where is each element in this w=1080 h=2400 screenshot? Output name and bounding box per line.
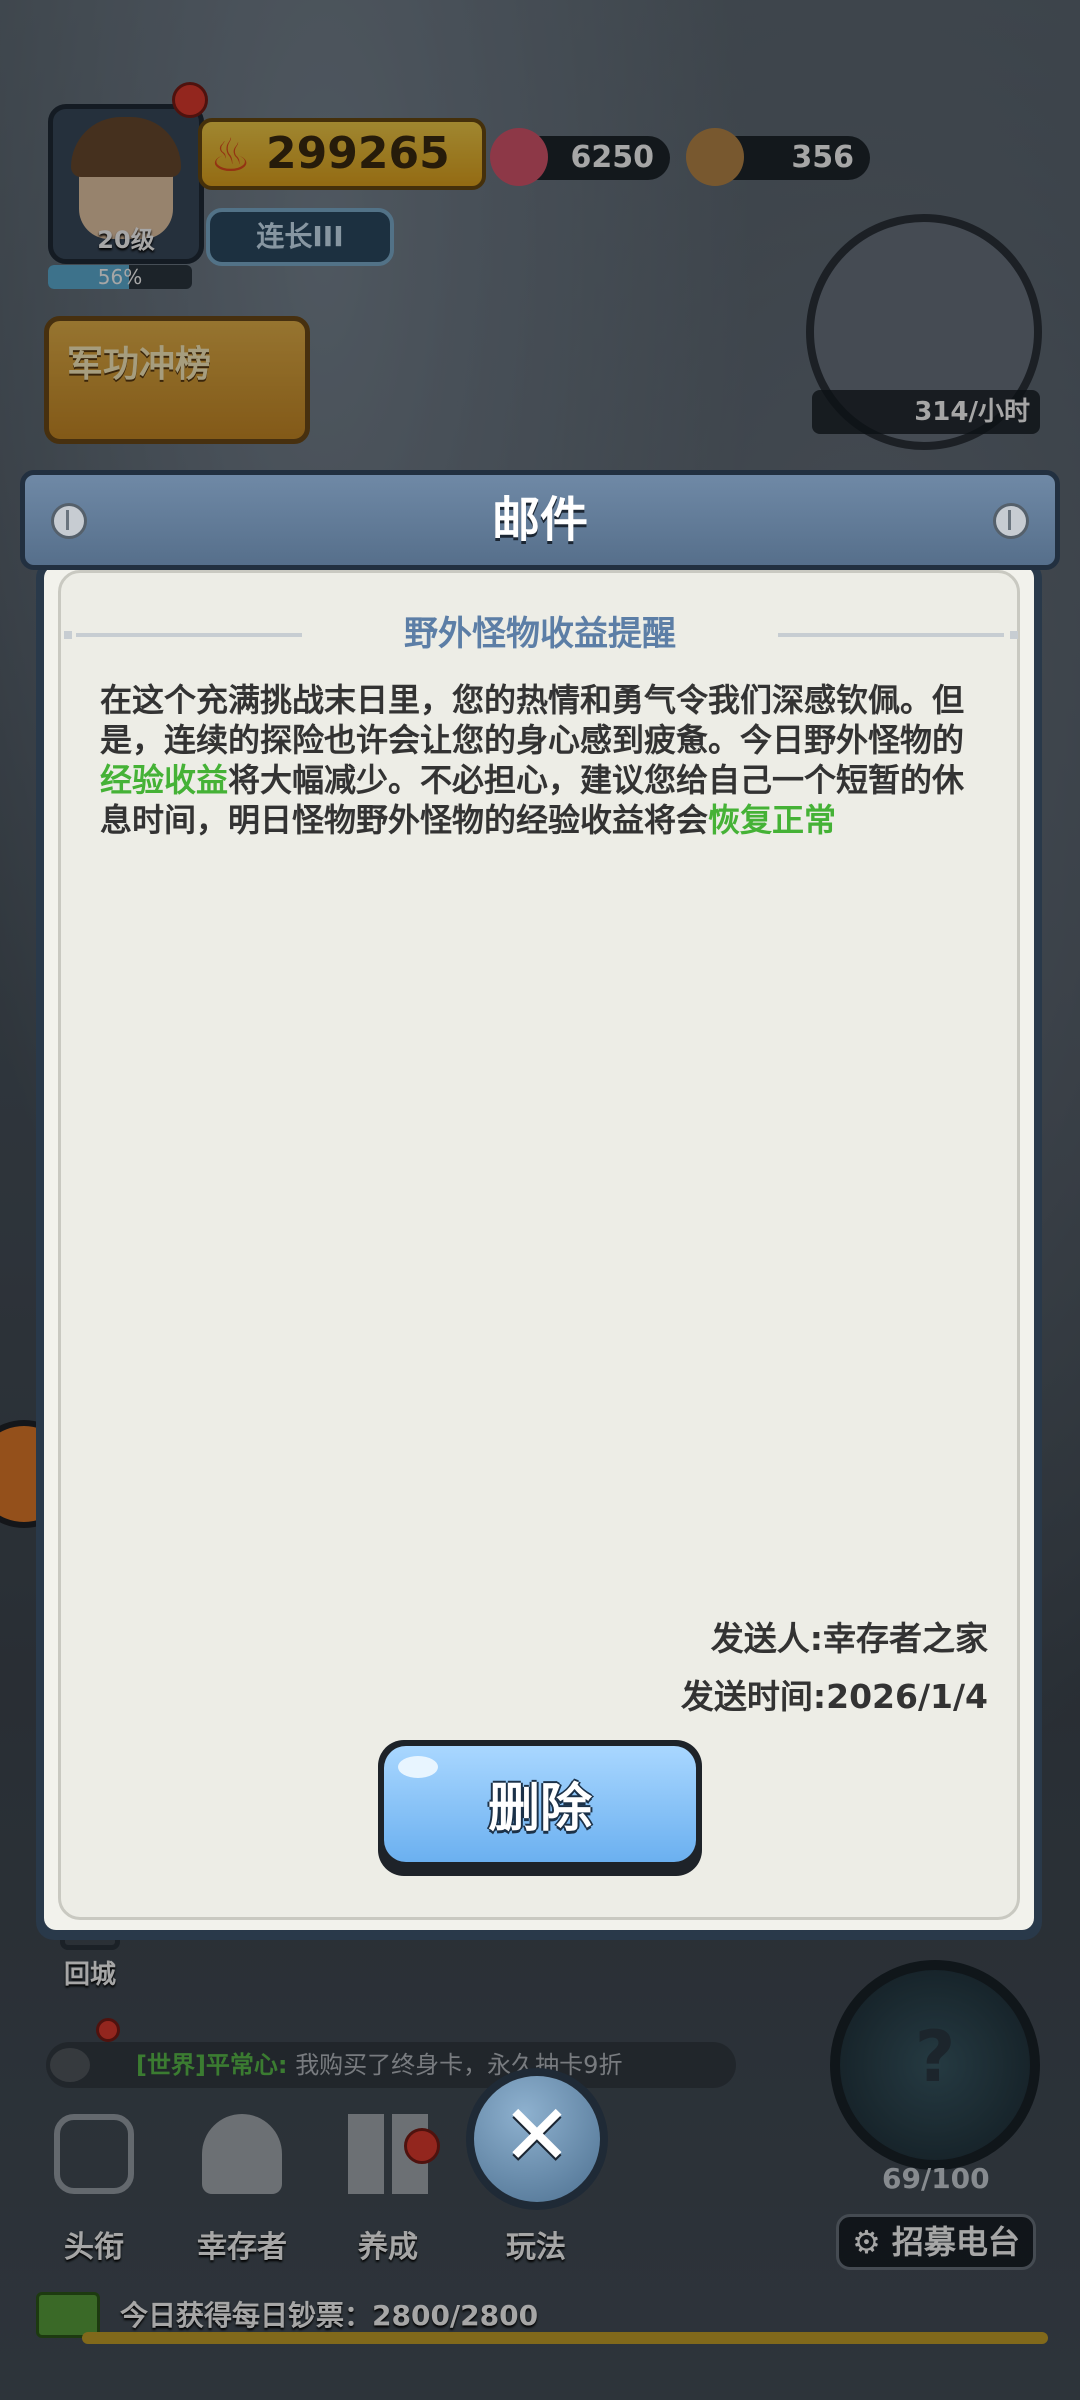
highlight-exp-income: 经验收益 [100, 761, 229, 799]
delete-button-label: 删除 [487, 1779, 592, 1839]
close-button[interactable]: ✕ [466, 2068, 608, 2210]
dialog-title: 邮件 [491, 492, 588, 548]
divider-dot [1010, 631, 1018, 639]
mail-sender: 发送人:幸存者之家 [710, 1619, 988, 1658]
dialog-title-bar: 邮件 [20, 470, 1060, 570]
delete-button[interactable]: 删除 [378, 1740, 702, 1876]
close-icon: ✕ [501, 2086, 573, 2184]
divider-right [778, 633, 1004, 637]
mail-body: 在这个充满挑战末日里，您的热情和勇气令我们深感钦佩。但是，连续的探险也许会让您的… [100, 680, 980, 840]
mail-send-time: 发送时间:2026/1/4 [680, 1677, 988, 1716]
highlight-restore: 恢复正常 [708, 801, 837, 839]
mail-subject: 野外怪物收益提醒 [404, 614, 676, 654]
mail-body-text: 在这个充满挑战末日里，您的热情和勇气令我们深感钦佩。但是，连续的探险也许会让您的… [100, 681, 965, 759]
